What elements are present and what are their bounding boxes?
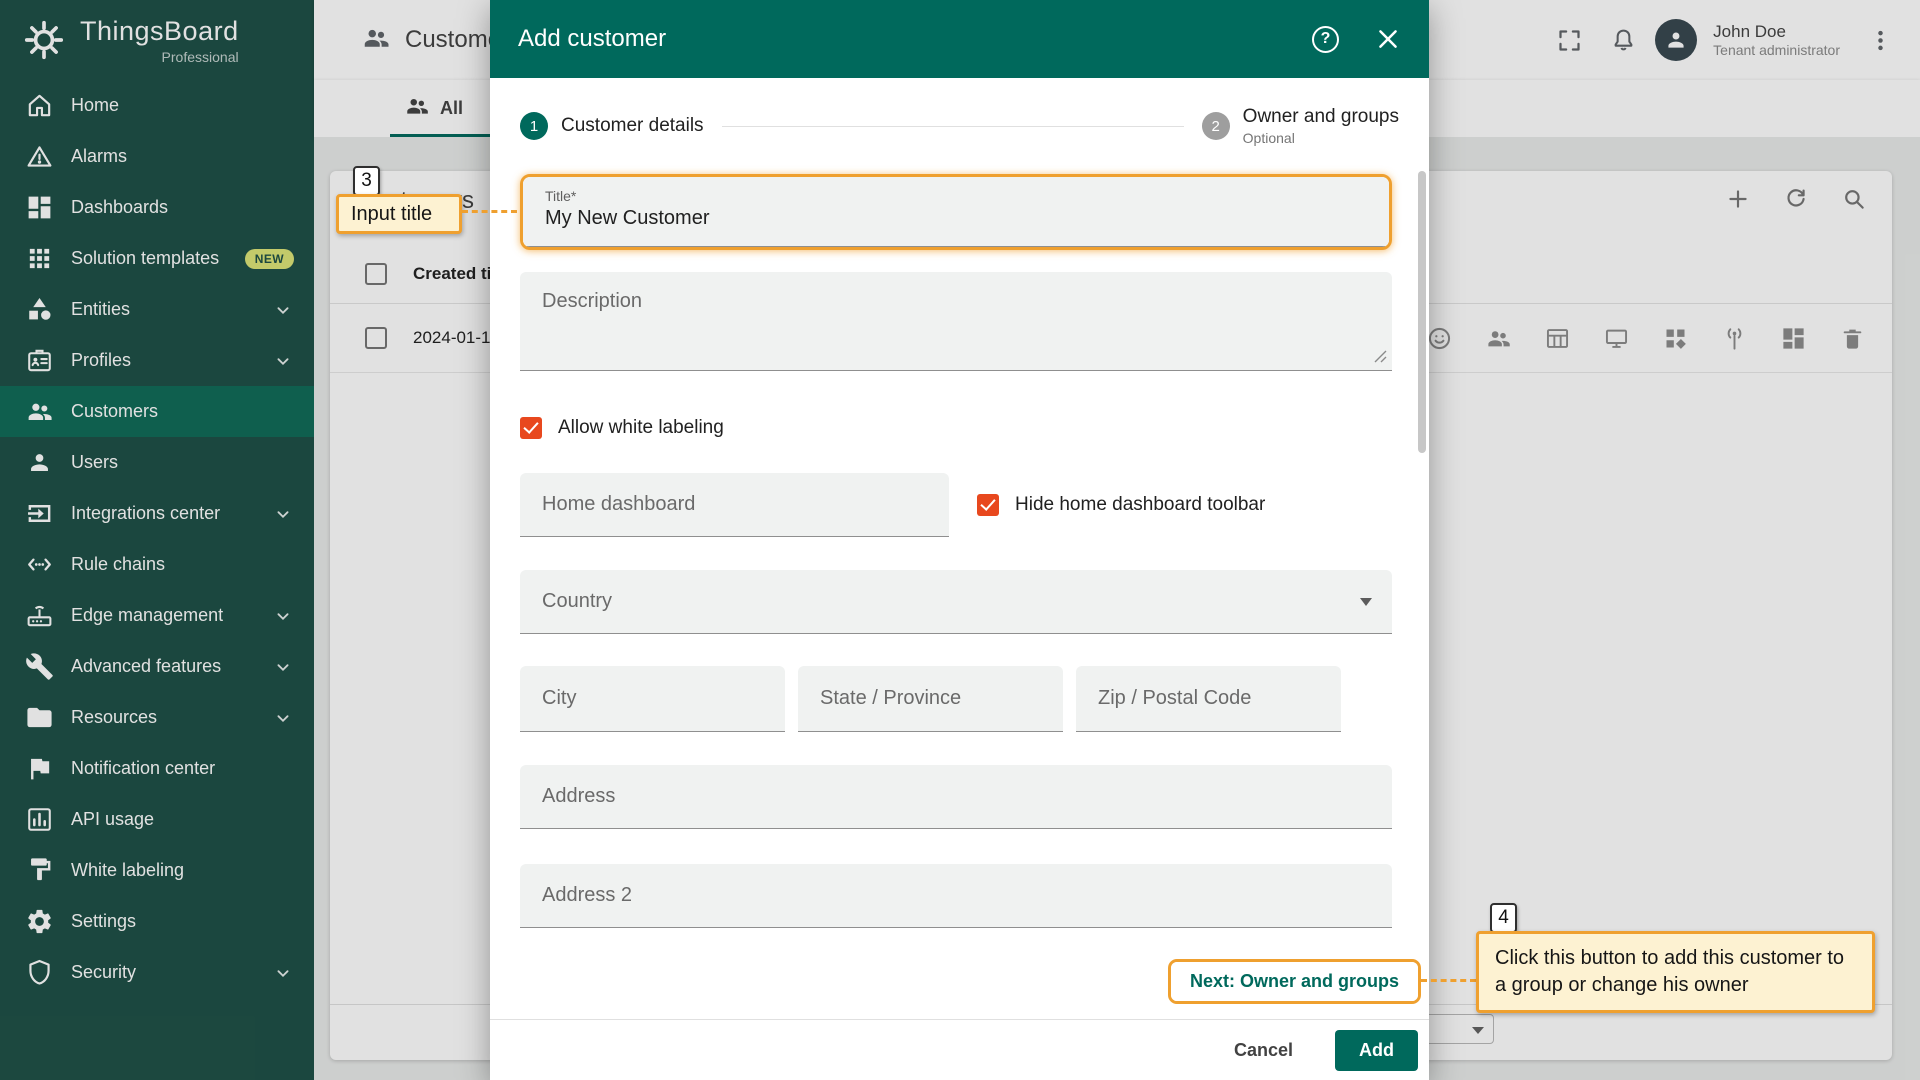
address-field[interactable]: [520, 765, 1392, 829]
description-field-wrap: [520, 272, 1392, 371]
city-input[interactable]: [542, 687, 763, 710]
dialog-title: Add customer: [518, 25, 667, 52]
step-2-circle[interactable]: 2: [1201, 112, 1230, 140]
title-field[interactable]: Title*: [523, 177, 1389, 247]
screen: ThingsBoard Professional Home Alarms Das…: [0, 0, 1920, 1080]
home-dashboard-input[interactable]: [542, 493, 927, 516]
add-customer-dialog: Add customer ? 1 Customer details 2 Owne…: [490, 0, 1429, 1080]
stepper-connector: [721, 125, 1184, 127]
annotation-input-title-callout: Input title: [336, 194, 462, 234]
chevron-down-icon: [1360, 598, 1372, 606]
description-textarea[interactable]: [520, 272, 1392, 371]
allow-white-labeling-checkbox-row[interactable]: Allow white labeling: [520, 414, 1392, 441]
step-2-labels: Owner and groups Optional: [1243, 104, 1399, 149]
city-field[interactable]: [520, 666, 785, 732]
title-field-label: Title*: [545, 188, 577, 204]
close-icon[interactable]: [1373, 24, 1403, 54]
cancel-button[interactable]: Cancel: [1228, 1032, 1299, 1069]
zip-field[interactable]: [1076, 666, 1341, 732]
annotation-step-3-badge: 3: [353, 166, 380, 196]
step-1-circle[interactable]: 1: [520, 112, 548, 140]
step-2-label: Owner and groups: [1242, 105, 1399, 127]
step-1-label: Customer details: [561, 115, 704, 136]
dialog-stepper: 1 Customer details 2 Owner and groups Op…: [490, 78, 1429, 174]
title-input[interactable]: [545, 207, 1367, 230]
add-button[interactable]: Add: [1335, 1029, 1418, 1071]
allow-white-labeling-label: Allow white labeling: [558, 416, 724, 438]
home-dashboard-row: Hide home dashboard toolbar: [520, 473, 1392, 537]
step-2-sublabel: Optional: [1242, 130, 1295, 147]
next-button-highlight: Next: Owner and groups: [1167, 959, 1421, 1004]
address2-field[interactable]: [520, 864, 1392, 928]
help-icon[interactable]: ?: [1312, 25, 1339, 53]
hide-toolbar-checkbox-row[interactable]: Hide home dashboard toolbar: [977, 492, 1265, 519]
checkbox-checked-icon[interactable]: [977, 494, 999, 516]
address2-input[interactable]: [542, 884, 1370, 907]
dialog-body: Title* Allow white labeling Hide home da…: [490, 174, 1429, 928]
annotation-connector-3: [462, 210, 517, 213]
state-input[interactable]: [820, 687, 1041, 710]
dialog-header: Add customer ?: [490, 0, 1429, 78]
dialog-footer: Cancel Add: [490, 1019, 1429, 1080]
country-placeholder: Country: [542, 590, 613, 612]
annotation-connector-4: [1421, 979, 1476, 982]
annotation-next-button-callout: Click this button to add this customer t…: [1476, 931, 1875, 1013]
state-field[interactable]: [798, 666, 1063, 732]
home-dashboard-field[interactable]: [520, 473, 949, 537]
hide-toolbar-label: Hide home dashboard toolbar: [1015, 494, 1266, 515]
country-select[interactable]: Country: [520, 570, 1392, 634]
dialog-scrollbar[interactable]: [1418, 171, 1426, 453]
annotation-step-4-badge: 4: [1490, 903, 1517, 933]
zip-input[interactable]: [1098, 687, 1319, 710]
checkbox-checked-icon[interactable]: [520, 416, 542, 439]
title-field-highlight: Title*: [520, 174, 1392, 250]
next-owner-groups-button[interactable]: Next: Owner and groups: [1170, 962, 1418, 1001]
city-state-zip-row: [520, 666, 1392, 732]
resize-handle-icon[interactable]: [1374, 350, 1387, 363]
address-input[interactable]: [542, 785, 1370, 808]
